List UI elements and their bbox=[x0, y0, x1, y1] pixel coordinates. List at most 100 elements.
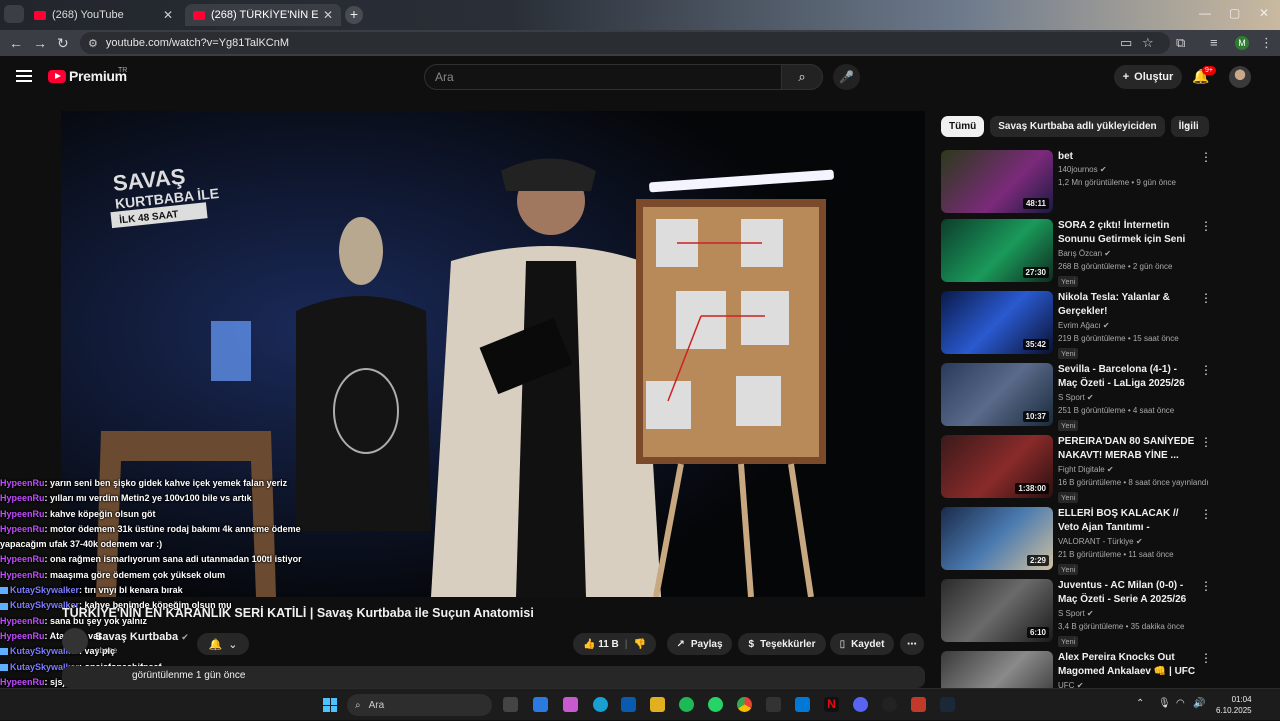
media-controls-icon[interactable]: ≡ bbox=[1210, 35, 1218, 50]
volume-icon[interactable]: 🔊 bbox=[1193, 698, 1205, 709]
more-icon[interactable]: ⋮ bbox=[1200, 150, 1212, 164]
recommendation-title[interactable]: Alex Pereira Knocks Out Magomed Ankalaev… bbox=[1058, 651, 1198, 679]
maximize-icon[interactable]: ▢ bbox=[1229, 6, 1240, 20]
file-explorer-icon[interactable] bbox=[650, 697, 665, 712]
hamburger-menu-icon[interactable] bbox=[16, 70, 32, 82]
channel-avatar[interactable] bbox=[62, 628, 88, 654]
more-icon[interactable]: ⋮ bbox=[1200, 579, 1212, 593]
new-tab-button[interactable]: + bbox=[345, 6, 363, 24]
share-button[interactable]: ↗ Paylaş bbox=[667, 633, 732, 655]
minimize-icon[interactable]: — bbox=[1199, 6, 1211, 20]
more-icon[interactable]: ⋮ bbox=[1200, 363, 1212, 377]
store-icon[interactable] bbox=[795, 697, 810, 712]
browser-menu-icon[interactable]: ⋮ bbox=[1260, 35, 1273, 51]
taskbar-search-input[interactable]: ⌕ Ara bbox=[347, 694, 492, 716]
tab-search-button[interactable] bbox=[4, 5, 24, 23]
edge-icon[interactable] bbox=[593, 697, 608, 712]
more-icon[interactable]: ⋮ bbox=[1200, 291, 1212, 305]
discord-icon[interactable] bbox=[853, 697, 868, 712]
video-thumbnail[interactable]: 2:29 bbox=[941, 507, 1053, 570]
recommendation-title[interactable]: PEREIRA'DAN 80 SANİYEDE NAKAVT! MERAB Yİ… bbox=[1058, 435, 1198, 463]
channel-name[interactable]: Savaş Kurtbaba ✔ bbox=[95, 631, 189, 643]
voice-search-button[interactable]: 🎤 bbox=[833, 64, 860, 90]
video-thumbnail[interactable]: 48:11 bbox=[941, 150, 1053, 213]
start-menu-icon[interactable] bbox=[323, 698, 337, 712]
tab-close-icon[interactable]: ✕ bbox=[163, 8, 173, 22]
more-icon[interactable]: ⋮ bbox=[1200, 435, 1212, 449]
chip-all[interactable]: Tümü bbox=[941, 116, 985, 137]
more-icon[interactable]: ⋮ bbox=[1200, 507, 1212, 521]
more-icon[interactable]: ⋮ bbox=[1200, 651, 1212, 665]
more-icon[interactable]: ⋮ bbox=[1200, 219, 1212, 233]
app-icon[interactable] bbox=[911, 697, 926, 712]
app-icon[interactable] bbox=[882, 697, 897, 712]
youtube-logo[interactable]: Premium bbox=[48, 68, 127, 84]
address-bar[interactable]: ⚙ youtube.com/watch?v=Yg81TalKCnM bbox=[80, 32, 1170, 54]
site-info-icon[interactable]: ⚙ bbox=[88, 37, 98, 50]
back-icon[interactable]: ← bbox=[9, 35, 23, 51]
outlook-icon[interactable] bbox=[621, 697, 636, 712]
task-view-icon[interactable] bbox=[503, 697, 518, 712]
recommendation-channel[interactable]: VALORANT - Türkiye ✔ bbox=[1058, 537, 1143, 546]
video-thumbnail[interactable]: 35:42 bbox=[941, 291, 1053, 354]
video-thumbnail[interactable]: 10:37 bbox=[941, 363, 1053, 426]
description-box[interactable]: görüntülenme 1 gün önce bbox=[62, 666, 925, 688]
recommendation-title[interactable]: bet bbox=[1058, 150, 1198, 164]
recommendation-title[interactable]: ELLERİ BOŞ KALACAK // Veto Ajan Tanıtımı… bbox=[1058, 507, 1198, 535]
search-button[interactable]: ⌕ bbox=[781, 64, 823, 90]
profile-avatar[interactable]: M bbox=[1235, 36, 1249, 50]
chevron-right-icon[interactable]: › bbox=[1186, 121, 1190, 133]
microphone-tray-icon[interactable]: 🎙 bbox=[1158, 698, 1171, 709]
recommendation-channel[interactable]: S Sport ✔ bbox=[1058, 393, 1094, 402]
recommendation-item[interactable]: 48:11 bet 140journos ✔ 1,2 Mn görüntüleme •… bbox=[941, 150, 1212, 214]
spotify-icon[interactable] bbox=[679, 697, 694, 712]
recommendation-item[interactable]: 2:29 ELLERİ BOŞ KALACAK // Veto Ajan Tanı… bbox=[941, 507, 1212, 575]
netflix-icon[interactable]: N bbox=[824, 697, 839, 712]
create-button[interactable]: + Oluştur bbox=[1114, 65, 1182, 89]
dislike-icon[interactable]: 👎 bbox=[634, 639, 646, 650]
search-input[interactable]: Ara bbox=[424, 64, 782, 90]
more-actions-button[interactable]: ⋯ bbox=[900, 633, 924, 655]
chrome-icon[interactable] bbox=[737, 697, 752, 712]
recommendation-title[interactable]: SORA 2 çıktı! İnternetin Sonunu Getirmek… bbox=[1058, 219, 1198, 247]
reload-icon[interactable]: ↻ bbox=[57, 35, 69, 52]
tab-current-video[interactable]: (268) TÜRKİYE'NİN EN KARANLIK ✕ bbox=[185, 4, 341, 26]
recommendation-title[interactable]: Juventus - AC Milan (0-0) - Maç Özeti - … bbox=[1058, 579, 1198, 607]
chip-from-uploader[interactable]: Savaş Kurtbaba adlı yükleyiciden bbox=[990, 116, 1165, 137]
close-window-icon[interactable]: ✕ bbox=[1259, 6, 1269, 20]
tab-youtube-home[interactable]: (268) YouTube ✕ bbox=[26, 4, 181, 26]
recommendation-item[interactable]: 1:38:00 PEREIRA'DAN 80 SANİYEDE NAKAVT! M… bbox=[941, 435, 1212, 503]
account-avatar[interactable] bbox=[1229, 66, 1251, 88]
app-icon[interactable] bbox=[766, 697, 781, 712]
widgets-icon[interactable] bbox=[533, 697, 548, 712]
wifi-icon[interactable]: ◠ bbox=[1176, 698, 1185, 709]
video-thumbnail[interactable]: 1:38:00 bbox=[941, 435, 1053, 498]
recommendation-item[interactable]: 6:10 Juventus - AC Milan (0-0) - Maç Özet… bbox=[941, 579, 1212, 647]
recommendation-item[interactable]: 35:42 Nikola Tesla: Yalanlar & Gerçekler!… bbox=[941, 291, 1212, 359]
subscription-bell-button[interactable]: 🔔 ⌄ bbox=[197, 633, 249, 655]
tab-close-icon[interactable]: ✕ bbox=[323, 8, 333, 22]
system-clock[interactable]: 01:04 6.10.2025 bbox=[1216, 694, 1252, 716]
extensions-icon[interactable]: ⧉ bbox=[1176, 35, 1185, 51]
chevron-up-icon[interactable]: ⌃ bbox=[1136, 698, 1144, 709]
like-button[interactable]: 👍 11 B bbox=[583, 639, 619, 650]
recommendation-channel[interactable]: S Sport ✔ bbox=[1058, 609, 1094, 618]
recommendation-title[interactable]: Sevilla - Barcelona (4-1) - Maç Özeti - … bbox=[1058, 363, 1198, 391]
recommendation-item[interactable]: 27:30 SORA 2 çıktı! İnternetin Sonunu Get… bbox=[941, 219, 1212, 287]
cast-icon[interactable]: ▭ bbox=[1120, 35, 1132, 51]
thanks-button[interactable]: $ Teşekkürler bbox=[738, 633, 826, 655]
video-thumbnail[interactable]: 27:30 bbox=[941, 219, 1053, 282]
recommendation-title[interactable]: Nikola Tesla: Yalanlar & Gerçekler! bbox=[1058, 291, 1198, 319]
recommendation-channel[interactable]: Evrim Ağacı ✔ bbox=[1058, 321, 1110, 330]
recommendation-item[interactable]: 10:37 Sevilla - Barcelona (4-1) - Maç Öze… bbox=[941, 363, 1212, 431]
forward-icon[interactable]: → bbox=[33, 35, 47, 51]
steam-icon[interactable] bbox=[940, 697, 955, 712]
copilot-icon[interactable] bbox=[563, 697, 578, 712]
recommendation-channel[interactable]: Barış Özcan ✔ bbox=[1058, 249, 1111, 258]
recommendation-channel[interactable]: 140journos ✔ bbox=[1058, 165, 1107, 174]
save-button[interactable]: ▯ Kaydet bbox=[830, 633, 894, 655]
video-thumbnail[interactable]: 6:10 bbox=[941, 579, 1053, 642]
whatsapp-icon[interactable] bbox=[708, 697, 723, 712]
recommendation-channel[interactable]: Fight Digitale ✔ bbox=[1058, 465, 1114, 474]
bookmark-star-icon[interactable]: ☆ bbox=[1142, 35, 1154, 51]
